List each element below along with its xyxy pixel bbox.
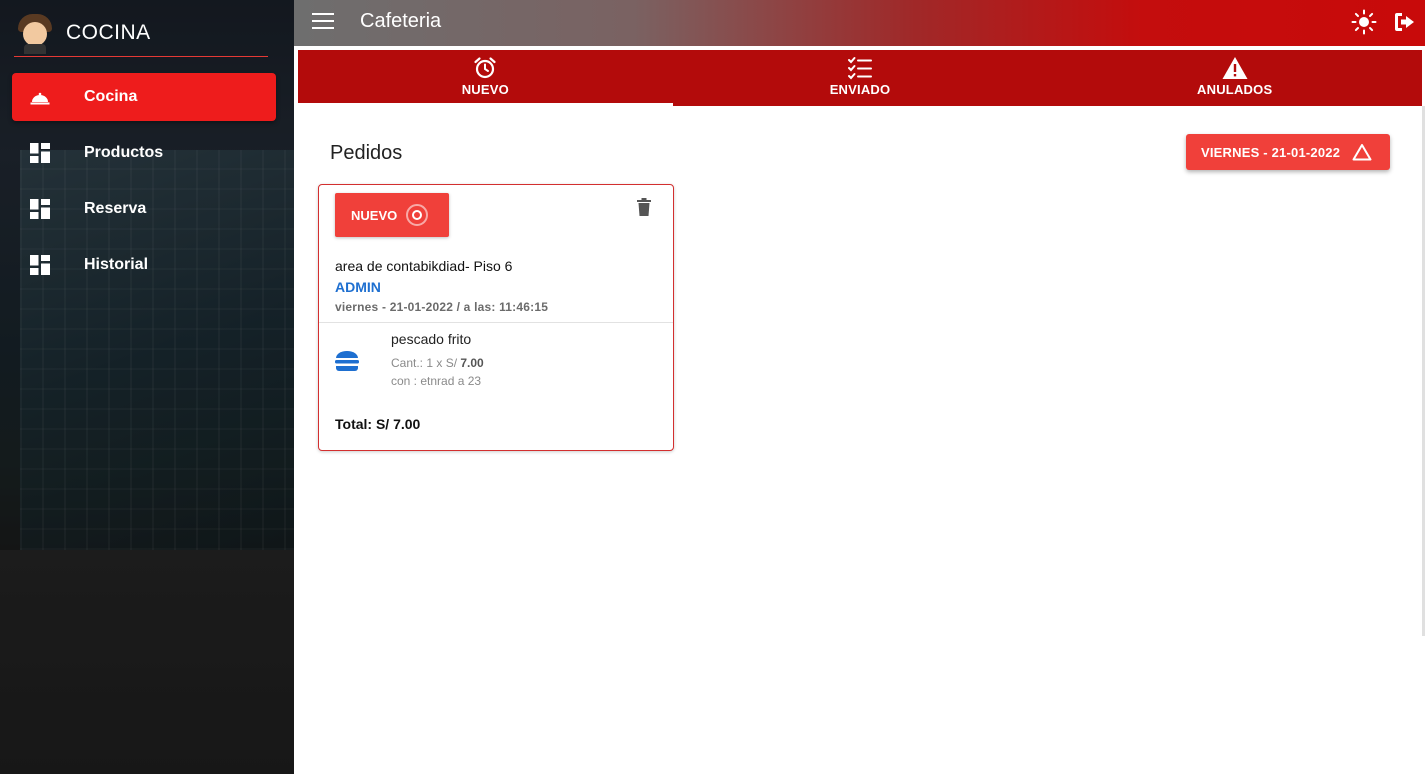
dashboard-icon — [30, 255, 50, 275]
app-title: Cafeteria — [360, 10, 442, 32]
tab-label: ANULADOS — [1197, 82, 1273, 97]
order-card: NUEVO area de contabikdiad- Piso 6 ADMIN… — [318, 184, 674, 451]
trash-icon[interactable] — [637, 198, 651, 216]
brand-title: COCINA — [66, 21, 151, 44]
sidebar-item-cocina[interactable]: Cocina — [12, 73, 276, 121]
app-bar: Cafeteria — [294, 0, 1425, 46]
order-item-quantity: Cant.: 1 x S/ 7.00 — [391, 356, 484, 370]
dashboard-icon — [30, 199, 50, 219]
order-total: Total: S/ 7.00 — [335, 416, 421, 432]
order-location: area de contabikdiad- Piso 6 — [335, 258, 513, 274]
checklist-icon — [848, 57, 872, 80]
tab-label: ENVIADO — [829, 82, 891, 97]
sidebar-item-productos[interactable]: Productos — [12, 129, 276, 177]
sidebar-item-reserva[interactable]: Reserva — [12, 185, 276, 233]
brand: COCINA — [14, 10, 268, 57]
dashboard-icon — [30, 143, 50, 163]
sidebar-item-label: Productos — [84, 144, 164, 161]
order-user: ADMIN — [335, 279, 381, 295]
logout-icon[interactable] — [1393, 10, 1417, 34]
avatar — [14, 12, 56, 54]
warning-icon — [1222, 57, 1248, 79]
order-status-label: NUEVO — [351, 207, 398, 223]
tab-label: NUEVO — [461, 82, 509, 97]
menu-icon — [312, 13, 334, 15]
sidebar-item-label: Cocina — [84, 88, 138, 105]
sidebar-nav: Cocina Productos Reserva Historial — [12, 73, 276, 297]
menu-button[interactable] — [312, 13, 334, 31]
page-title: Pedidos — [330, 142, 403, 164]
order-timestamp: viernes - 21-01-2022 / a las: 11:46:15 — [335, 300, 549, 314]
triangle-icon — [1352, 144, 1372, 161]
tab-anulados[interactable]: ANULADOS — [1047, 50, 1422, 106]
sidebar: COCINA Cocina Productos Reserva Historia… — [0, 0, 294, 774]
sidebar-item-historial[interactable]: Historial — [12, 241, 276, 289]
target-icon — [406, 204, 428, 226]
order-item-name: pescado frito — [391, 331, 472, 347]
alarm-clock-icon — [474, 57, 496, 79]
cloche-icon — [30, 92, 50, 105]
tab-enviado[interactable]: ENVIADO — [673, 50, 1048, 106]
tab-nuevo[interactable]: NUEVO — [298, 50, 673, 106]
hamburger-food-icon — [335, 351, 359, 371]
order-item-note: con : etnrad a 23 — [391, 374, 482, 388]
divider — [319, 322, 673, 323]
status-tabs: NUEVO ENVIADO ANULADOS — [298, 50, 1422, 106]
sun-icon[interactable] — [1351, 9, 1377, 35]
sidebar-item-label: Reserva — [84, 200, 147, 217]
date-filter-label: VIERNES - 21-01-2022 — [1201, 144, 1341, 160]
order-item-price: 7.00 — [460, 356, 484, 370]
order-status-button[interactable]: NUEVO — [335, 193, 449, 237]
sidebar-item-label: Historial — [84, 256, 149, 273]
date-filter-button[interactable]: VIERNES - 21-01-2022 — [1186, 134, 1390, 170]
